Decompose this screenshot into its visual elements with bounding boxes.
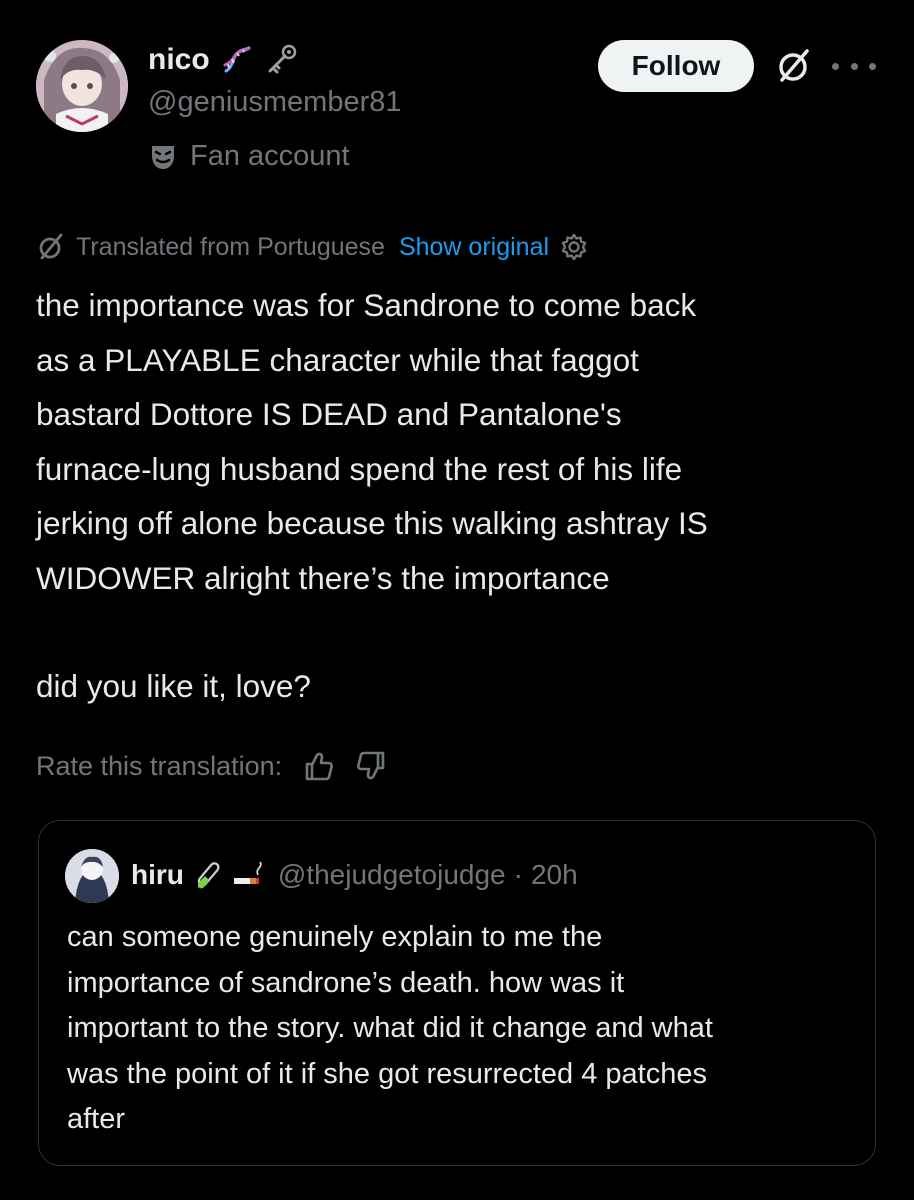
tweet-line: as a PLAYABLE character while that faggo…	[36, 341, 639, 378]
key-icon	[268, 44, 296, 74]
tweet-page: nico @geniusmember81 Fan account Follow	[0, 0, 914, 1200]
rate-translation: Rate this translation:	[36, 744, 390, 788]
theater-mask-icon	[152, 145, 174, 169]
quoted-line: important to the story. what did it chan…	[67, 1012, 713, 1044]
quoted-line: importance of sandrone’s death. how was …	[67, 966, 625, 999]
account-label-text: Fan account	[190, 140, 350, 172]
author-avatar[interactable]	[36, 40, 128, 132]
quoted-line: can someone genuinely explain to me the	[67, 921, 603, 953]
quoted-display-name[interactable]: hiru	[131, 859, 184, 891]
quoted-handle[interactable]: @thejudgetojudge	[278, 859, 506, 891]
account-label: Fan account	[148, 140, 350, 173]
author-display-name[interactable]: nico	[148, 43, 210, 77]
quoted-line: was the point of it if she got resurrect…	[67, 1057, 707, 1090]
author-name-row[interactable]: nico	[148, 40, 298, 80]
dna-icon	[223, 46, 251, 73]
quoted-author-avatar[interactable]	[65, 849, 119, 903]
quoted-separator: ·	[513, 859, 523, 890]
thumbs-down-icon[interactable]	[354, 748, 390, 784]
author-handle[interactable]: @geniusmember81	[148, 86, 402, 119]
grok-icon[interactable]	[774, 46, 814, 86]
show-original-link[interactable]: Show original	[399, 233, 549, 262]
rate-translation-label: Rate this translation:	[36, 750, 283, 781]
translation-bar: Translated from Portuguese Show original	[36, 228, 589, 266]
quoted-tweet-card[interactable]: hiru @thejudgetojudge · 20h can someone …	[38, 820, 876, 1166]
test-tube-icon	[197, 862, 220, 889]
tweet-line: jerking off alone because this walking a…	[36, 505, 708, 541]
thumbs-up-icon[interactable]	[300, 748, 336, 784]
translated-from-label: Translated from Portuguese	[76, 232, 385, 261]
tweet-line: did you like it, love?	[36, 668, 311, 704]
cigarette-icon	[233, 861, 262, 884]
quoted-header: hiru @thejudgetojudge · 20h	[131, 853, 578, 897]
translate-grok-icon	[39, 233, 63, 260]
follow-button[interactable]: Follow	[598, 40, 754, 92]
quoted-body: can someone genuinely explain to me the …	[67, 915, 867, 1143]
tweet-line: furnace-lung husband spend the rest of h…	[36, 450, 683, 487]
more-icon[interactable]	[832, 52, 876, 80]
tweet-line: the importance was for Sandrone to come …	[36, 287, 697, 323]
quoted-line: after	[67, 1103, 126, 1135]
gear-icon[interactable]	[559, 232, 589, 262]
tweet-line: bastard Dottore IS DEAD and Pantalone's	[36, 396, 622, 432]
quoted-timestamp[interactable]: 20h	[531, 859, 578, 891]
tweet-line: WIDOWER alright there’s the importance	[36, 559, 610, 596]
tweet-body: the importance was for Sandrone to come …	[36, 278, 886, 714]
